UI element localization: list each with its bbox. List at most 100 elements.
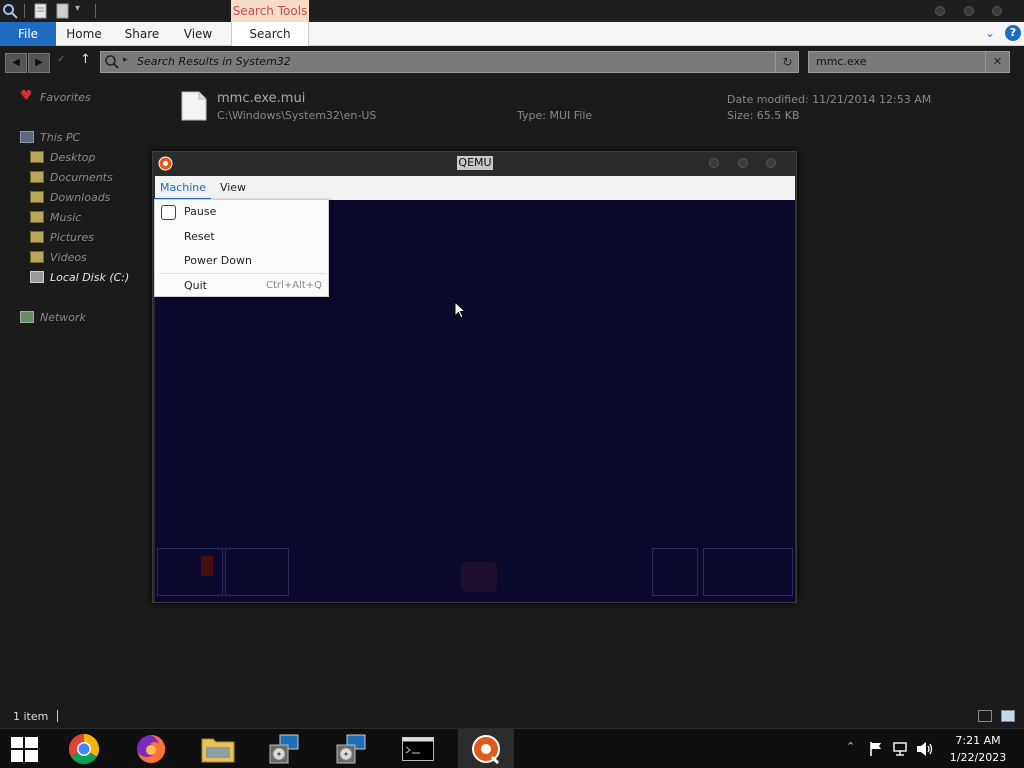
menu-item-label: Reset <box>184 230 215 243</box>
heart-icon: ♥ <box>20 88 33 104</box>
clear-search-icon[interactable]: ✕ <box>985 52 1009 72</box>
taskbar-chrome[interactable] <box>56 729 112 768</box>
sidebar-item-music[interactable]: Music <box>30 209 155 227</box>
hud-panel <box>703 548 793 596</box>
taskbar-firefox[interactable] <box>123 729 179 768</box>
back-button[interactable]: ◀ <box>5 53 27 73</box>
sidebar-item-documents[interactable]: Documents <box>30 169 155 187</box>
hud-panel <box>652 548 698 596</box>
computer-icon <box>20 131 34 143</box>
menu-item-reset[interactable]: Reset <box>155 225 330 249</box>
address-bar[interactable]: ▸ Search Results in System32 ↻ <box>100 51 799 73</box>
network-status-icon[interactable] <box>892 741 908 757</box>
qemu-logo-icon[interactable] <box>158 156 173 171</box>
qemu-minimize-button[interactable] <box>709 158 719 168</box>
menu-item-quit[interactable]: Quit Ctrl+Alt+Q <box>155 274 330 298</box>
search-tools-context-tab: Search Tools <box>231 0 309 22</box>
list-item[interactable]: mmc.exe.mui C:\Windows\System32\en-US Ty… <box>178 88 978 128</box>
action-center-flag-icon[interactable] <box>869 741 883 757</box>
videos-folder-icon <box>30 251 44 263</box>
sidebar-item-pictures[interactable]: Pictures <box>30 229 155 247</box>
taskbar: ⌃ 7:21 AM 1/22/2023 <box>0 728 1024 768</box>
details-view-icon[interactable] <box>978 710 992 722</box>
sidebar-item-label: Network <box>40 311 86 324</box>
close-button[interactable] <box>992 6 1002 16</box>
up-arrow-icon[interactable]: ↑ <box>80 52 91 67</box>
separator <box>57 710 58 722</box>
search-box[interactable]: mmc.exe ✕ <box>808 51 1010 73</box>
separator <box>24 4 25 18</box>
menu-item-label: Pause <box>184 205 217 218</box>
qemu-menu-bar: Machine View <box>155 176 795 200</box>
tab-search[interactable]: Search <box>231 22 309 46</box>
item-count: 1 item <box>13 710 49 723</box>
qemu-title-bar[interactable]: QEMU <box>153 152 796 176</box>
status-bar: 1 item <box>0 706 1024 728</box>
file-size: Size: 65.5 KB <box>727 109 800 122</box>
sidebar-item-videos[interactable]: Videos <box>30 249 155 267</box>
sidebar-item-label: Videos <box>50 251 87 264</box>
minimize-button[interactable] <box>935 6 945 16</box>
hud-digit <box>201 556 213 576</box>
sidebar-item-this-pc[interactable]: This PC <box>20 129 150 147</box>
sidebar-item-label: Local Disk (C:) <box>50 271 130 284</box>
recent-locations-icon[interactable]: ✓ <box>57 54 65 65</box>
hud-face <box>461 562 497 592</box>
large-icons-view-icon[interactable] <box>1001 710 1015 722</box>
taskbar-installer-1[interactable] <box>257 729 313 768</box>
taskbar-installer-2[interactable] <box>324 729 380 768</box>
desktop-folder-icon <box>30 151 44 163</box>
navigation-pane: ♥ Favorites This PC Desktop Documents Do… <box>0 80 160 700</box>
tab-share[interactable]: Share <box>120 22 164 46</box>
menu-view[interactable]: View <box>215 176 251 200</box>
system-clock[interactable]: 7:21 AM 1/22/2023 <box>940 732 1016 766</box>
sidebar-item-label: Favorites <box>40 91 91 104</box>
documents-folder-icon <box>30 171 44 183</box>
search-icon[interactable] <box>2 3 18 19</box>
maximize-button[interactable] <box>964 6 974 16</box>
pause-checkbox[interactable] <box>161 205 176 220</box>
show-hidden-icons-icon[interactable]: ⌃ <box>846 740 855 753</box>
music-folder-icon <box>30 211 44 223</box>
menu-item-pause[interactable]: Pause <box>155 200 330 224</box>
chrome-icon <box>68 734 100 765</box>
menu-machine[interactable]: Machine <box>155 176 211 200</box>
downloads-folder-icon <box>30 191 44 203</box>
menu-item-power-down[interactable]: Power Down <box>155 249 330 273</box>
new-folder-icon[interactable] <box>55 3 71 19</box>
customize-quick-access-icon[interactable]: ▾ <box>75 3 80 14</box>
taskbar-qemu[interactable] <box>458 729 514 768</box>
tab-view[interactable]: View <box>178 22 218 46</box>
sidebar-item-label: This PC <box>40 131 81 144</box>
sidebar-item-desktop[interactable]: Desktop <box>30 149 155 167</box>
refresh-icon[interactable]: ↻ <box>775 52 799 72</box>
breadcrumb-chevron-icon[interactable]: ▸ <box>123 55 128 65</box>
mouse-cursor-icon <box>454 301 466 319</box>
qemu-maximize-button[interactable] <box>738 158 748 168</box>
command-prompt-icon <box>402 737 434 761</box>
tab-file[interactable]: File <box>0 22 56 46</box>
sidebar-item-favorites[interactable]: ♥ Favorites <box>20 88 150 107</box>
sidebar-item-local-disk[interactable]: Local Disk (C:) <box>30 269 155 287</box>
menu-item-shortcut: Ctrl+Alt+Q <box>266 280 322 291</box>
taskbar-file-explorer[interactable] <box>190 729 246 768</box>
sidebar-item-downloads[interactable]: Downloads <box>30 189 155 207</box>
start-windows-icon[interactable] <box>11 737 38 762</box>
file-name: mmc.exe.mui <box>217 91 306 106</box>
properties-icon[interactable] <box>33 3 49 19</box>
tab-home[interactable]: Home <box>62 22 106 46</box>
qemu-close-button[interactable] <box>766 158 776 168</box>
window-title: QEMU <box>457 156 493 170</box>
file-icon <box>181 91 207 121</box>
hud-panel <box>225 548 289 596</box>
volume-icon[interactable] <box>916 741 934 757</box>
file-type: Type: MUI File <box>517 109 593 122</box>
forward-button[interactable]: ▶ <box>28 53 50 73</box>
breadcrumb[interactable]: Search Results in System32 <box>137 55 291 68</box>
taskbar-command-prompt[interactable] <box>390 729 446 768</box>
help-icon[interactable]: ? <box>1005 25 1021 41</box>
expand-ribbon-icon[interactable]: ⌄ <box>985 26 995 40</box>
sidebar-item-network[interactable]: Network <box>20 309 150 327</box>
search-input[interactable]: mmc.exe <box>816 55 867 68</box>
file-path: C:\Windows\System32\en-US <box>217 109 377 122</box>
